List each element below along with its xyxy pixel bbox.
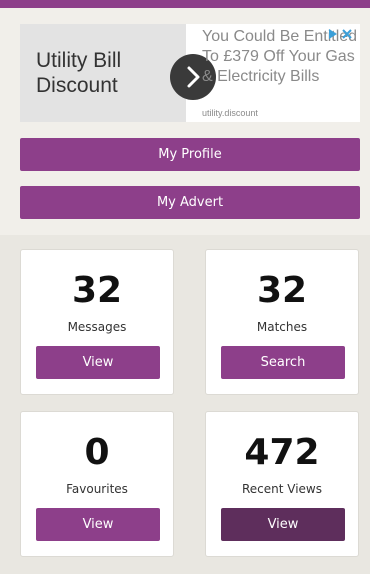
matches-search-button[interactable]: Search xyxy=(221,346,345,379)
favourites-label: Favourites xyxy=(66,482,128,496)
recent-views-view-button[interactable]: View xyxy=(221,508,345,541)
my-advert-button[interactable]: My Advert xyxy=(20,186,360,219)
favourites-card: 0 Favourites View xyxy=(20,411,174,557)
matches-label: Matches xyxy=(256,320,308,334)
favourites-view-button[interactable]: View xyxy=(36,508,160,541)
ad-headline-panel[interactable]: Utility Bill Discount xyxy=(20,24,186,122)
messages-label: Messages xyxy=(67,320,127,334)
my-profile-button[interactable]: My Profile xyxy=(20,138,360,171)
messages-count: 32 xyxy=(71,270,123,311)
favourites-count: 0 xyxy=(84,432,110,473)
recent-views-card: 472 Recent Views View xyxy=(205,411,359,557)
messages-card: 32 Messages View xyxy=(20,249,174,395)
messages-view-button[interactable]: View xyxy=(36,346,160,379)
ad-domain[interactable]: utility.discount xyxy=(202,108,258,118)
advertisement-banner[interactable]: Utility Bill Discount You Could Be Entit… xyxy=(20,24,360,122)
matches-count: 32 xyxy=(256,270,308,311)
recent-views-count: 472 xyxy=(244,432,320,473)
matches-card: 32 Matches Search xyxy=(205,249,359,395)
top-accent-bar xyxy=(0,0,370,8)
adchoices-icon[interactable] xyxy=(326,26,356,40)
ad-headline[interactable]: Utility Bill Discount xyxy=(36,48,186,98)
recent-views-label: Recent Views xyxy=(241,482,322,496)
